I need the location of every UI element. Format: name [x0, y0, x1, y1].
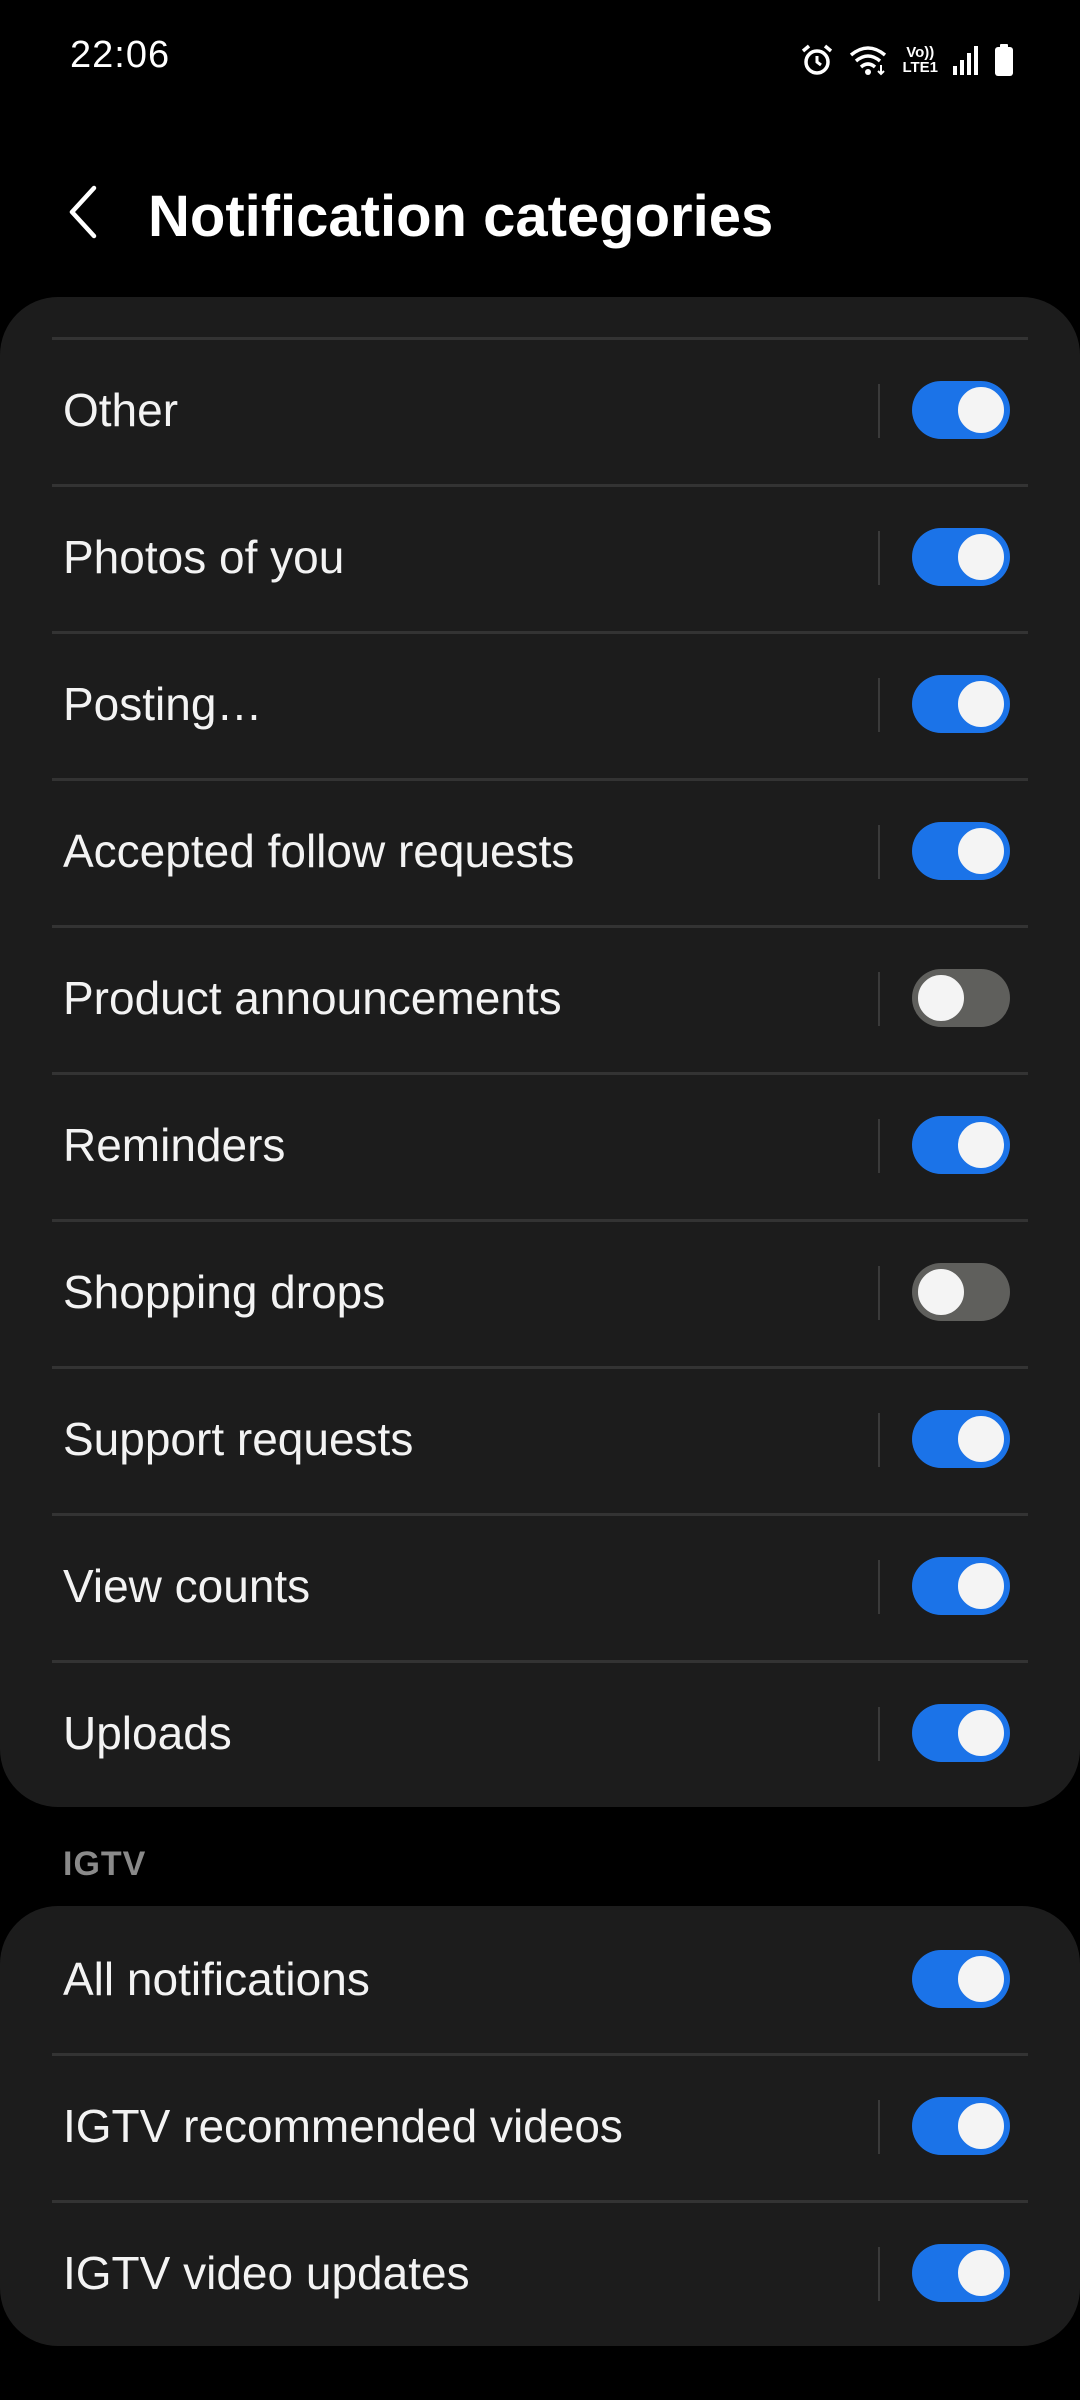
- list-item[interactable]: View counts: [0, 1513, 1080, 1660]
- toggle-knob: [956, 385, 1006, 435]
- toggle-switch[interactable]: [912, 969, 1010, 1027]
- vertical-divider: [878, 1119, 880, 1173]
- list-item[interactable]: Accepted follow requests: [0, 778, 1080, 925]
- volte-lte-icon: Vo)) LTE1: [902, 45, 938, 75]
- list-item-label: Accepted follow requests: [63, 825, 575, 877]
- list-item-label: Posting…: [63, 678, 263, 730]
- divider: [52, 337, 1028, 340]
- igtv-notification-list: All notifications IGTV recommended video…: [0, 1906, 1080, 2346]
- list-item[interactable]: Support requests: [0, 1366, 1080, 1513]
- list-item-label: Product announcements: [63, 972, 562, 1024]
- back-button[interactable]: [52, 180, 116, 244]
- list-item-label: IGTV recommended videos: [63, 2100, 623, 2152]
- toggle-switch[interactable]: [912, 675, 1010, 733]
- list-item[interactable]: Posting…: [0, 631, 1080, 778]
- list-item-label: Support requests: [63, 1413, 414, 1465]
- list-item[interactable]: Uploads: [0, 1660, 1080, 1807]
- list-item-label: Reminders: [63, 1119, 286, 1171]
- list-item[interactable]: Product announcements: [0, 925, 1080, 1072]
- back-arrow-icon: [69, 185, 97, 239]
- toggle-knob: [956, 679, 1006, 729]
- list-item[interactable]: Shopping drops: [0, 1219, 1080, 1366]
- app-header: Notification categories: [0, 150, 1080, 280]
- toggle-switch[interactable]: [912, 1410, 1010, 1468]
- vertical-divider: [878, 1707, 880, 1761]
- lte-label: LTE1: [902, 59, 938, 76]
- list-item-label: IGTV video updates: [63, 2247, 470, 2299]
- toggle-knob: [956, 1561, 1006, 1611]
- toggle-switch[interactable]: [912, 1116, 1010, 1174]
- toggle-knob: [956, 2248, 1006, 2298]
- list-item-label: All notifications: [63, 1953, 370, 2005]
- section-header-igtv: IGTV: [63, 1845, 147, 1883]
- toggle-switch[interactable]: [912, 1950, 1010, 2008]
- list-item[interactable]: IGTV recommended videos: [0, 2053, 1080, 2200]
- toggle-knob: [956, 1414, 1006, 1464]
- toggle-knob: [956, 1708, 1006, 1758]
- toggle-switch[interactable]: [912, 1263, 1010, 1321]
- toggle-knob: [956, 1954, 1006, 2004]
- vertical-divider: [878, 1266, 880, 1320]
- toggle-switch[interactable]: [912, 1557, 1010, 1615]
- list-item[interactable]: All notifications: [0, 1906, 1080, 2053]
- screen: 22:06 Vo)) LTE1 Notification categories …: [0, 0, 1080, 2400]
- toggle-knob: [916, 973, 966, 1023]
- wifi-icon: [848, 43, 888, 77]
- list-item[interactable]: Reminders: [0, 1072, 1080, 1219]
- list-item-label: Photos of you: [63, 531, 345, 583]
- list-item[interactable]: IGTV video updates: [0, 2200, 1080, 2346]
- status-bar: 22:06 Vo)) LTE1: [0, 0, 1080, 120]
- vertical-divider: [878, 1560, 880, 1614]
- toggle-switch[interactable]: [912, 2244, 1010, 2302]
- battery-icon: [994, 43, 1014, 77]
- toggle-switch[interactable]: [912, 1704, 1010, 1762]
- vertical-divider: [878, 1413, 880, 1467]
- vertical-divider: [878, 825, 880, 879]
- toggle-knob: [956, 2101, 1006, 2151]
- vertical-divider: [878, 384, 880, 438]
- toggle-switch[interactable]: [912, 2097, 1010, 2155]
- notification-category-list: Other Photos of you Posting… Accepted fo…: [0, 297, 1080, 1807]
- vertical-divider: [878, 678, 880, 732]
- list-item[interactable]: Other: [0, 337, 1080, 484]
- vertical-divider: [878, 2247, 880, 2301]
- signal-icon: [952, 44, 980, 76]
- list-item-label: Uploads: [63, 1707, 232, 1759]
- page-title: Notification categories: [148, 184, 774, 249]
- list-item[interactable]: Photos of you: [0, 484, 1080, 631]
- list-item-label: Shopping drops: [63, 1266, 386, 1318]
- status-time: 22:06: [70, 34, 171, 76]
- status-icons: Vo)) LTE1: [800, 40, 1014, 80]
- toggle-knob: [956, 1120, 1006, 1170]
- vertical-divider: [878, 531, 880, 585]
- toggle-knob: [956, 532, 1006, 582]
- vertical-divider: [878, 972, 880, 1026]
- toggle-knob: [916, 1267, 966, 1317]
- toggle-switch[interactable]: [912, 822, 1010, 880]
- toggle-switch[interactable]: [912, 528, 1010, 586]
- alarm-icon: [800, 43, 834, 77]
- list-item-label: View counts: [63, 1560, 311, 1612]
- toggle-switch[interactable]: [912, 381, 1010, 439]
- list-item-label: Other: [63, 384, 179, 436]
- toggle-knob: [956, 826, 1006, 876]
- vertical-divider: [878, 2100, 880, 2154]
